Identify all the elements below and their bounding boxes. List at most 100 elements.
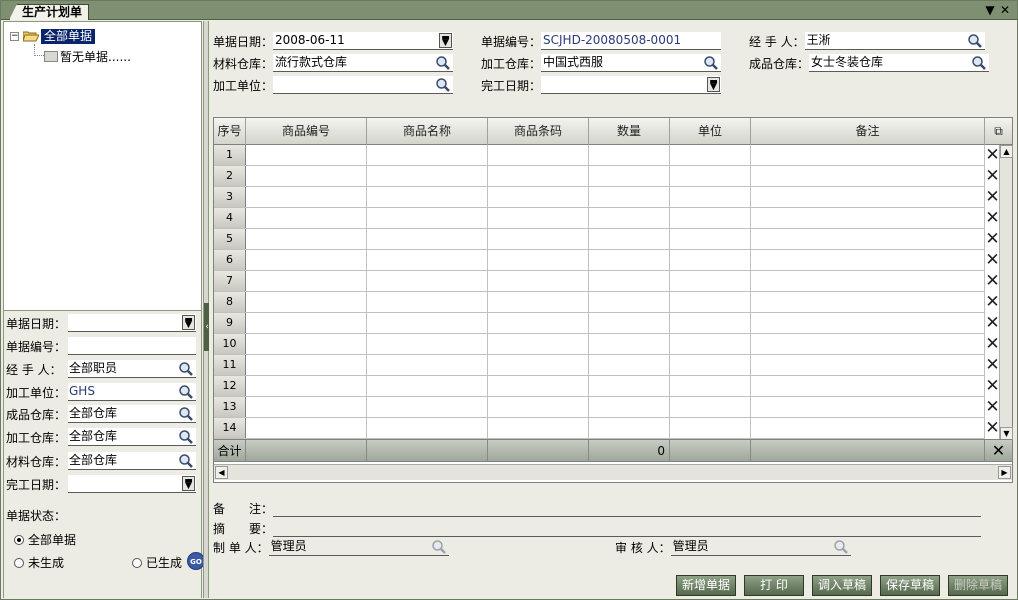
menu-dropdown-icon[interactable]: ▼ — [983, 3, 997, 17]
search-icon[interactable] — [971, 55, 987, 71]
col-header-unit[interactable]: 单位 — [670, 118, 751, 145]
col-header-barcode[interactable]: 商品条码 — [488, 118, 589, 145]
remark-input[interactable] — [273, 500, 982, 517]
col-header-qty[interactable]: 数量 — [589, 118, 670, 145]
search-icon[interactable] — [833, 539, 849, 555]
grid-cell[interactable] — [751, 292, 985, 312]
grid-cell[interactable] — [367, 355, 488, 375]
grid-cell[interactable] — [751, 313, 985, 333]
delete-row-icon[interactable]: ✕ — [985, 334, 1000, 355]
search-icon[interactable] — [178, 384, 194, 400]
delete-row-icon[interactable]: ✕ — [985, 250, 1000, 271]
grid-cell[interactable] — [246, 376, 367, 396]
table-row[interactable]: 8 — [214, 292, 985, 313]
grid-cell[interactable] — [670, 250, 751, 270]
radio-unchecked-icon[interactable] — [14, 557, 24, 568]
grid-cell[interactable] — [670, 187, 751, 207]
search-icon[interactable] — [178, 429, 194, 445]
new-doc-button[interactable]: 新增单据 — [676, 575, 736, 596]
grid-cell[interactable] — [246, 145, 367, 165]
grid-cell[interactable] — [589, 250, 670, 270]
grid-cell[interactable] — [246, 313, 367, 333]
grid-cell[interactable] — [670, 334, 751, 354]
search-icon[interactable] — [178, 361, 194, 377]
window-tab[interactable]: 生产计划单 — [9, 4, 90, 20]
scroll-left-icon[interactable]: ◀ — [215, 466, 228, 479]
table-row[interactable]: 13 — [214, 397, 985, 418]
delete-row-icon[interactable]: ✕ — [985, 145, 1000, 166]
grid-cell[interactable] — [589, 418, 670, 438]
handler-input[interactable]: 王淅 — [804, 32, 985, 50]
grid-cell[interactable] — [751, 418, 985, 438]
grid-cell[interactable] — [246, 208, 367, 228]
save-draft-button[interactable]: 保存草稿 — [880, 575, 940, 596]
filter-product-wh-field[interactable]: 全部仓库 — [68, 405, 196, 423]
dropdown-icon[interactable]: ▬ ▼ — [439, 33, 453, 48]
close-icon[interactable]: ✕ — [998, 3, 1012, 17]
dropdown-icon[interactable]: ▬ ▼ — [182, 476, 195, 491]
grid-cell[interactable] — [488, 271, 589, 291]
grid-cell[interactable] — [589, 187, 670, 207]
scroll-right-icon[interactable]: ▶ — [998, 466, 1011, 479]
col-header-name[interactable]: 商品名称 — [367, 118, 488, 145]
grid-cell[interactable] — [670, 229, 751, 249]
grid-cell[interactable] — [670, 166, 751, 186]
search-icon[interactable] — [703, 55, 719, 71]
copy-rows-icon[interactable]: ⧉ — [985, 118, 1012, 145]
tree-child-label[interactable]: 暂无单据...... — [60, 48, 131, 65]
search-icon[interactable] — [178, 453, 194, 469]
delete-row-icon[interactable]: ✕ — [985, 397, 1000, 418]
grid-cell[interactable] — [367, 187, 488, 207]
grid-cell[interactable] — [589, 145, 670, 165]
table-row[interactable]: 10 — [214, 334, 985, 355]
grid-cell[interactable] — [367, 250, 488, 270]
grid-cell[interactable] — [246, 397, 367, 417]
grid-cell[interactable] — [589, 271, 670, 291]
delete-row-icon[interactable]: ✕ — [985, 187, 1000, 208]
grid-cell[interactable] — [488, 313, 589, 333]
grid-cell[interactable] — [670, 145, 751, 165]
grid-cell[interactable] — [367, 292, 488, 312]
grid-cell[interactable] — [670, 313, 751, 333]
table-row[interactable]: 3 — [214, 187, 985, 208]
tree-root-node[interactable]: − 全部单据 — [10, 28, 96, 44]
summary-input[interactable] — [273, 520, 982, 537]
search-icon[interactable] — [431, 539, 447, 555]
radio-all-docs[interactable]: 全部单据 — [14, 531, 76, 548]
filter-doc-date-field[interactable]: ▬ ▼ — [68, 314, 196, 332]
grid-cell[interactable] — [488, 292, 589, 312]
grid-cell[interactable] — [488, 376, 589, 396]
grid-cell[interactable] — [589, 229, 670, 249]
delete-row-icon[interactable]: ✕ — [985, 166, 1000, 187]
grid-cell[interactable] — [367, 271, 488, 291]
grid-cell[interactable] — [670, 355, 751, 375]
grid-cell[interactable] — [246, 292, 367, 312]
grid-cell[interactable] — [751, 208, 985, 228]
finish-date-input[interactable]: ▬ ▼ — [541, 76, 722, 94]
material-wh-input[interactable]: 流行款式仓库 — [273, 54, 454, 72]
grid-vertical-scrollbar[interactable]: ▲ ▼ — [999, 145, 1013, 440]
search-icon[interactable] — [967, 33, 983, 49]
search-icon[interactable] — [435, 55, 451, 71]
col-header-code[interactable]: 商品编号 — [246, 118, 367, 145]
table-row[interactable]: 1 — [214, 145, 985, 166]
grid-cell[interactable] — [589, 313, 670, 333]
doc-date-input[interactable]: 2008-06-11 ▬ ▼ — [273, 32, 454, 50]
table-row[interactable]: 6 — [214, 250, 985, 271]
grid-cell[interactable] — [589, 292, 670, 312]
grid-cell[interactable] — [367, 334, 488, 354]
search-icon[interactable] — [178, 406, 194, 422]
grid-cell[interactable] — [589, 355, 670, 375]
grid-cell[interactable] — [488, 397, 589, 417]
grid-cell[interactable] — [367, 166, 488, 186]
radio-not-generated[interactable]: 未生成 — [14, 554, 64, 571]
maker-input[interactable]: 管理员 — [268, 538, 449, 556]
delete-row-icon[interactable]: ✕ — [985, 271, 1000, 292]
print-button[interactable]: 打 印 — [744, 575, 804, 596]
grid-cell[interactable] — [751, 355, 985, 375]
radio-unchecked-icon[interactable] — [132, 557, 142, 568]
grid-cell[interactable] — [751, 250, 985, 270]
dropdown-icon[interactable]: ▬ ▼ — [182, 315, 195, 330]
auditor-input[interactable]: 管理员 — [670, 538, 851, 556]
scroll-up-icon[interactable]: ▲ — [1000, 145, 1013, 158]
